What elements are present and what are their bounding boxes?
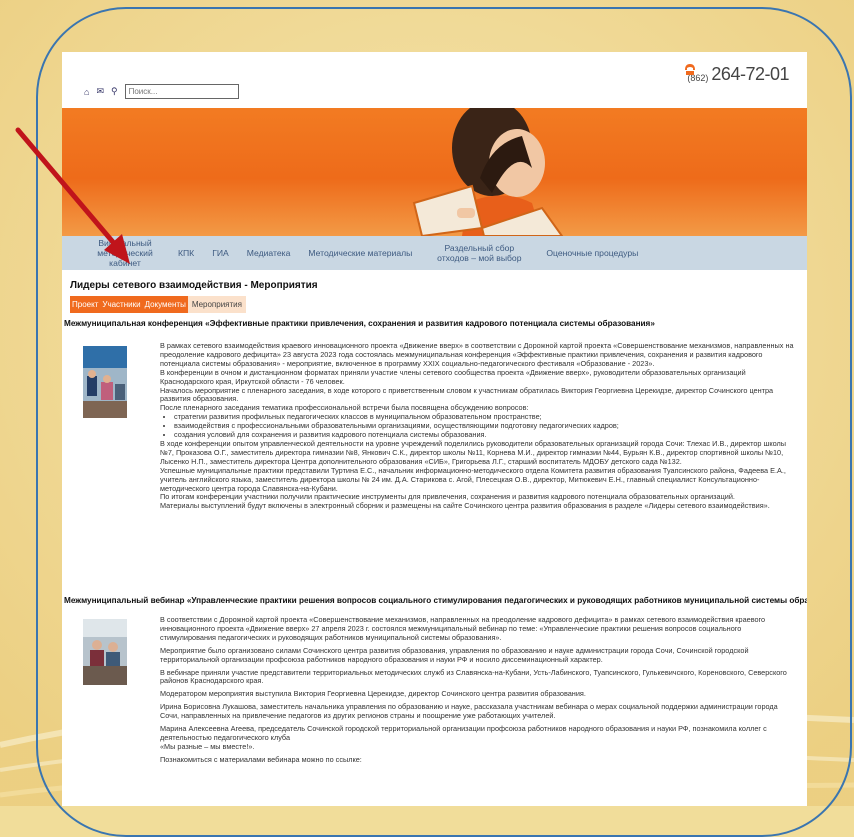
article-webinar: В соответствии с Дорожной картой проекта… (62, 605, 807, 806)
nav-item-kpk[interactable]: КПК (178, 248, 194, 258)
webinar-photo[interactable] (83, 619, 127, 685)
nav-item-waste-sorting[interactable]: Раздельный сбор отходов – мой выбор (430, 243, 528, 263)
nav-item-mediateka[interactable]: Медиатека (247, 248, 291, 258)
paragraph: В соответствии с Дорожной картой проекта… (160, 615, 766, 642)
paragraph[interactable]: Познакомиться с материалами вебинара мож… (160, 755, 796, 765)
paragraph: В рамках сетевого взаимодействия краевог… (160, 341, 794, 368)
search-input[interactable] (124, 84, 239, 99)
nav-item-assessment[interactable]: Оценочные процедуры (546, 248, 638, 258)
paragraph: Началось мероприятие с пленарного заседа… (160, 385, 774, 404)
article-title[interactable]: Межмуниципальная конференция «Эффективны… (64, 319, 807, 328)
search-icon[interactable]: ⚲ (111, 86, 118, 97)
nav-item-virtual-cabinet[interactable]: Виртуальный методический кабинет (90, 238, 160, 268)
page-title: Лидеры сетевого взаимодействия - Меропри… (70, 280, 318, 291)
article-body: В соответствии с Дорожной картой проекта… (160, 615, 796, 765)
paragraph: Модератором мероприятия выступила Виктор… (160, 689, 586, 699)
top-icons: ⌂ ✉ ⚲ (84, 84, 239, 99)
article-conference: В рамках сетевого взаимодействия краевог… (62, 328, 807, 590)
banner-image (62, 108, 807, 236)
phone-number: 264-72-01 (711, 64, 789, 84)
paragraph: В вебинаре приняли участие представители… (160, 667, 787, 686)
nav-item-gia[interactable]: ГИА (212, 248, 229, 258)
phone-block: (862) 264-72-01 (685, 64, 789, 85)
banner-woman-reading (412, 108, 564, 236)
website-screenshot: ⌂ ✉ ⚲ (862) 264-72-01 Виртуальный методи… (62, 52, 807, 806)
article-body: В рамках сетевого взаимодействия краевог… (160, 341, 796, 511)
paragraph: Успешные муниципальные практики представ… (160, 465, 786, 493)
mail-icon[interactable]: ✉ (96, 86, 104, 97)
paragraph: Мероприятие было организовано силами Соч… (160, 645, 749, 664)
paragraph: Материалы выступлений будут включены в э… (160, 501, 770, 511)
paragraph: В ходе конференции опытом управленческой… (160, 438, 787, 466)
nav-item-method-materials[interactable]: Методические материалы (308, 248, 412, 258)
phone-icon (685, 64, 696, 75)
paragraph: В конференции в очном и дистанционном фо… (160, 367, 746, 386)
article-title[interactable]: Межмуниципальный вебинар «Управленческие… (64, 596, 807, 605)
topics-list: стратегии развития профильных педагогиче… (160, 412, 796, 440)
main-nav: Виртуальный методический кабинет КПК ГИА… (62, 236, 807, 270)
section-tabs: Проект Участники Документы Мероприятия (70, 296, 807, 313)
conference-photo[interactable] (83, 346, 127, 418)
home-icon[interactable]: ⌂ (84, 87, 89, 97)
tab-events[interactable]: Мероприятия (187, 296, 246, 313)
main-content: Лидеры сетевого взаимодействия - Меропри… (62, 270, 807, 806)
tab-participants[interactable]: Участники (100, 296, 143, 313)
tab-project[interactable]: Проект (70, 296, 101, 313)
paragraph: «Мы разные – мы вместе!». (160, 741, 255, 751)
paragraph: Марина Алексеевна Агеева, председатель С… (160, 724, 767, 742)
paragraph: Ирина Борисовна Лукашова, заместитель на… (160, 702, 778, 721)
tab-documents[interactable]: Документы (142, 296, 188, 313)
